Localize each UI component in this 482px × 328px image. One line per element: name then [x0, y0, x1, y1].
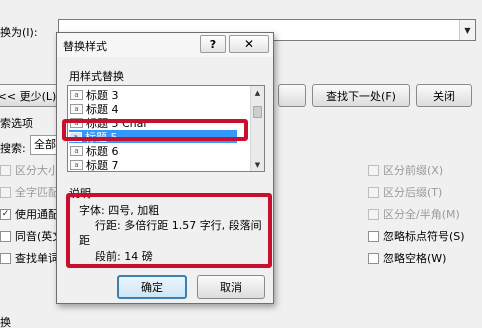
- option-label: 忽略空格(W): [383, 252, 447, 265]
- search-direction-label: 搜索:: [0, 142, 26, 155]
- option-label: 区分前缀(X): [383, 164, 444, 177]
- style-item-label: 标题 7: [86, 158, 119, 172]
- scroll-up-icon[interactable]: ▲: [251, 86, 264, 99]
- option-label: 忽略标点符号(S): [383, 230, 465, 243]
- scroll-down-icon[interactable]: ▼: [251, 158, 264, 171]
- dialog-title: 替换样式: [63, 40, 107, 53]
- replace-with-label: 换为(I):: [0, 26, 38, 39]
- style-item[interactable]: a 标题 4: [70, 102, 119, 116]
- option-left-3[interactable]: 同音(英文: [0, 228, 63, 244]
- description-space-before: 段前: 14 磅: [95, 250, 153, 263]
- style-description: 字体: 四号, 加粗 行距: 多倍行距 1.57 字行, 段落间 距 段前: 1…: [67, 199, 265, 263]
- checkbox[interactable]: [368, 208, 379, 220]
- option-label: 使用通配: [15, 208, 59, 221]
- option-left-1[interactable]: 全字匹配: [0, 184, 59, 200]
- chevron-down-icon[interactable]: ▼: [459, 20, 475, 40]
- option-left-2[interactable]: ✓ 使用通配: [0, 206, 59, 222]
- ok-button[interactable]: 确定: [117, 275, 187, 299]
- style-list-scrollbar[interactable]: ▲ ▼: [250, 86, 264, 171]
- style-item[interactable]: a 标题 3: [70, 88, 119, 102]
- checkbox[interactable]: [0, 252, 11, 264]
- checkbox[interactable]: [0, 230, 11, 242]
- option-right-2[interactable]: 区分全/半角(M): [368, 206, 460, 222]
- dialog-close-button[interactable]: ✕: [229, 35, 269, 53]
- option-label: 区分后缀(T): [383, 186, 443, 199]
- fewer-button[interactable]: << 更少(L): [0, 84, 58, 107]
- checkbox[interactable]: [0, 186, 11, 198]
- cancel-button[interactable]: 取消: [197, 275, 265, 299]
- dialog-titlebar: 替换样式 ? ✕: [57, 33, 273, 57]
- replace-section-label: 换: [0, 316, 11, 328]
- paragraph-style-icon: a: [70, 145, 83, 156]
- description-line-spacing-cont: 距: [79, 234, 90, 247]
- style-item[interactable]: a 标题 5 Char: [70, 116, 148, 130]
- checkbox[interactable]: [368, 186, 379, 198]
- replace-style-dialog: 替换样式 ? ✕ 用样式替换 a 标题 3 a 标题 4 a 标题 5 Char a 标题 5…: [56, 32, 274, 304]
- scroll-thumb[interactable]: [253, 106, 262, 118]
- checkbox[interactable]: [368, 164, 379, 176]
- option-right-4[interactable]: 忽略空格(W): [368, 250, 446, 266]
- option-right-1[interactable]: 区分后缀(T): [368, 184, 442, 200]
- option-label: 区分全/半角(M): [383, 208, 460, 221]
- close-button[interactable]: 关闭: [416, 84, 472, 107]
- paragraph-style-icon: a: [69, 131, 82, 142]
- paragraph-style-icon: a: [70, 117, 83, 128]
- style-list-label: 用样式替换: [69, 70, 124, 83]
- description-line-spacing: 行距: 多倍行距 1.57 字行, 段落间: [95, 219, 262, 232]
- style-item[interactable]: a 标题 7: [70, 158, 119, 171]
- option-label: 查找单词: [15, 252, 59, 265]
- style-item[interactable]: a 标题 6: [70, 144, 119, 158]
- option-label: 全字匹配: [15, 186, 59, 199]
- checkbox[interactable]: ✓: [0, 208, 11, 220]
- option-right-0[interactable]: 区分前缀(X): [368, 162, 443, 178]
- paragraph-style-icon: a: [70, 89, 83, 100]
- checkbox[interactable]: [0, 164, 11, 176]
- description-font: 字体: 四号, 加粗: [79, 204, 160, 217]
- option-label: 区分大小: [15, 164, 59, 177]
- find-next-button[interactable]: 查找下一处(F): [312, 84, 410, 107]
- search-options-label: 索选项: [0, 117, 33, 130]
- format-button[interactable]: [278, 84, 306, 107]
- option-left-0[interactable]: 区分大小: [0, 162, 59, 178]
- option-right-3[interactable]: 忽略标点符号(S): [368, 228, 465, 244]
- option-left-4[interactable]: 查找单词: [0, 250, 59, 266]
- paragraph-style-icon: a: [70, 103, 83, 114]
- help-button[interactable]: ?: [200, 35, 226, 53]
- checkbox[interactable]: [368, 230, 379, 242]
- style-list[interactable]: a 标题 3 a 标题 4 a 标题 5 Char a 标题 5 a 标题 6 a 标题 7 ▲ ▼: [67, 85, 265, 172]
- checkbox[interactable]: [368, 252, 379, 264]
- style-item[interactable]: a 标题 5: [69, 130, 237, 144]
- paragraph-style-icon: a: [70, 159, 83, 170]
